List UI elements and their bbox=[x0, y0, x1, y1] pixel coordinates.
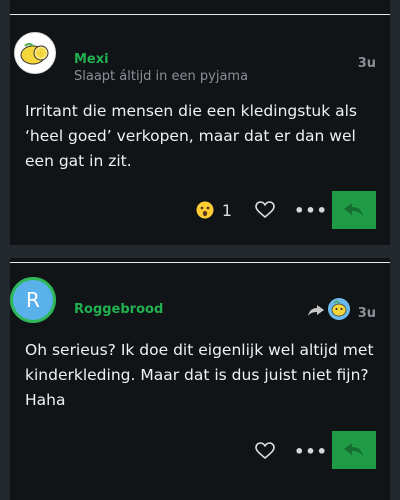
reaction-count[interactable]: 1 bbox=[218, 198, 236, 222]
username[interactable]: Mexi bbox=[74, 52, 109, 67]
lemon-avatar-icon bbox=[15, 33, 55, 73]
post-time[interactable]: 3u bbox=[358, 306, 376, 321]
reply-to-avatar[interactable] bbox=[328, 298, 350, 320]
like-heart-icon[interactable] bbox=[253, 439, 277, 463]
post-divider bbox=[10, 262, 390, 263]
avatar[interactable]: R bbox=[10, 277, 56, 323]
post-2: R Roggebrood 3u Oh serieus? Ik doe dit e… bbox=[10, 258, 390, 500]
like-heart-icon[interactable] bbox=[253, 198, 277, 222]
avatar[interactable] bbox=[14, 32, 56, 74]
username[interactable]: Roggebrood bbox=[74, 302, 163, 317]
reaction-emoji-icon[interactable] bbox=[194, 198, 216, 222]
more-options-icon[interactable]: ••• bbox=[294, 439, 327, 463]
post-divider bbox=[10, 14, 390, 15]
reply-icon bbox=[344, 443, 363, 456]
post-time[interactable]: 3u bbox=[358, 56, 376, 71]
post-1: Mexi Slaapt áltijd in een pyjama 3u Irri… bbox=[10, 0, 390, 245]
reply-to-arrow-icon[interactable] bbox=[308, 304, 324, 318]
post-body: Irritant die mensen die een kledingstuk … bbox=[25, 102, 358, 170]
reply-button[interactable] bbox=[332, 191, 376, 229]
reply-icon bbox=[344, 203, 363, 216]
user-title: Slaapt áltijd in een pyjama bbox=[74, 69, 249, 84]
post-body: Oh serieus? Ik doe dit eigenlijk wel alt… bbox=[25, 341, 374, 409]
lemon-avatar-icon bbox=[328, 298, 350, 320]
reply-button[interactable] bbox=[332, 431, 376, 469]
more-options-icon[interactable]: ••• bbox=[294, 198, 327, 222]
